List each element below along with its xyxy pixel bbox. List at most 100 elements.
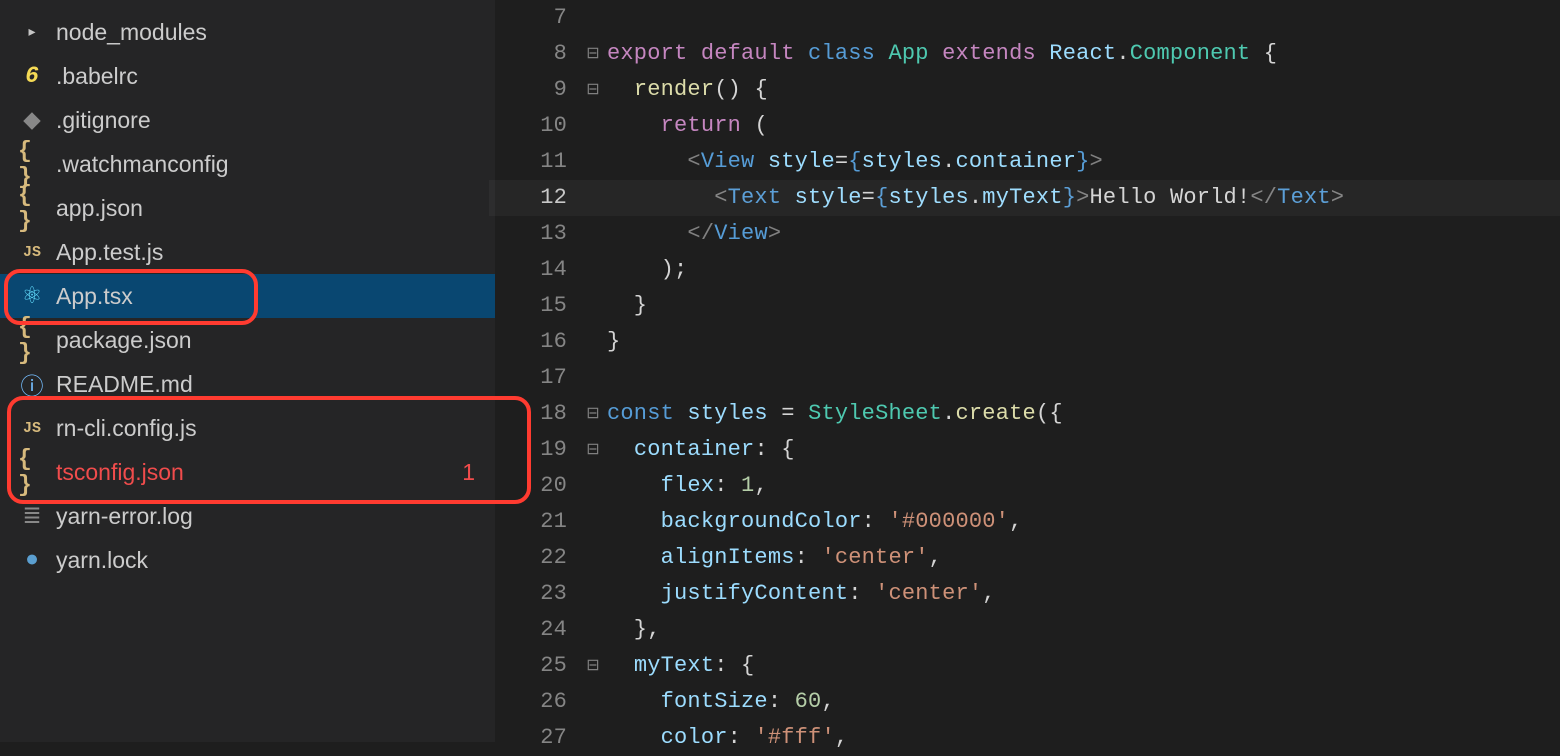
line-number: 12 bbox=[495, 180, 567, 216]
file-label: .gitignore bbox=[56, 107, 151, 134]
fold-toggle bbox=[579, 684, 607, 720]
babel-icon: 6 bbox=[18, 63, 46, 89]
fold-toggle bbox=[579, 504, 607, 540]
file-label: rn-cli.config.js bbox=[56, 415, 197, 442]
code-line[interactable]: <Text style={styles.myText}>Hello World!… bbox=[607, 180, 1560, 216]
fold-toggle bbox=[579, 144, 607, 180]
code-line[interactable]: const styles = StyleSheet.create({ bbox=[607, 396, 1560, 432]
fold-toggle bbox=[579, 612, 607, 648]
info-icon: ⓘ bbox=[18, 367, 46, 401]
log-icon: ≣ bbox=[18, 503, 46, 530]
line-number: 25 bbox=[495, 648, 567, 684]
file-row-node-modules[interactable]: ▸ node_modules bbox=[0, 10, 495, 54]
code-line[interactable]: </View> bbox=[607, 216, 1560, 252]
git-icon: ◆ bbox=[18, 107, 46, 134]
fold-toggle[interactable]: ⊟ bbox=[579, 36, 607, 72]
line-number: 26 bbox=[495, 684, 567, 720]
line-number: 11 bbox=[495, 144, 567, 180]
code-line[interactable]: flex: 1, bbox=[607, 468, 1560, 504]
file-row--gitignore[interactable]: ◆ .gitignore bbox=[0, 98, 495, 142]
fold-toggle bbox=[579, 288, 607, 324]
code-line[interactable]: <View style={styles.container}> bbox=[607, 144, 1560, 180]
line-number: 8 bbox=[495, 36, 567, 72]
line-number: 17 bbox=[495, 360, 567, 396]
line-number: 13 bbox=[495, 216, 567, 252]
code-editor[interactable]: 789101112131415161718192021222324252627 … bbox=[495, 0, 1560, 742]
code-line[interactable]: alignItems: 'center', bbox=[607, 540, 1560, 576]
file-explorer[interactable]: ▸node_modules6.babelrc◆.gitignore{ }.wat… bbox=[0, 0, 495, 742]
file-row-readme-md[interactable]: ⓘ README.md bbox=[0, 362, 495, 406]
fold-toggle bbox=[579, 540, 607, 576]
code-area[interactable]: export default class App extends React.C… bbox=[607, 0, 1560, 742]
file-label: app.json bbox=[56, 195, 143, 222]
code-line[interactable]: color: '#fff', bbox=[607, 720, 1560, 756]
file-row-package-json[interactable]: { }package.json bbox=[0, 318, 495, 362]
code-line[interactable]: container: { bbox=[607, 432, 1560, 468]
code-line[interactable]: fontSize: 60, bbox=[607, 684, 1560, 720]
fold-toggle[interactable]: ⊟ bbox=[579, 72, 607, 108]
fold-toggle[interactable]: ⊟ bbox=[579, 432, 607, 468]
code-line[interactable]: render() { bbox=[607, 72, 1560, 108]
file-row--watchmanconfig[interactable]: { }.watchmanconfig bbox=[0, 142, 495, 186]
code-line[interactable]: backgroundColor: '#000000', bbox=[607, 504, 1560, 540]
line-number: 21 bbox=[495, 504, 567, 540]
line-number: 10 bbox=[495, 108, 567, 144]
file-row-app-json[interactable]: { }app.json bbox=[0, 186, 495, 230]
file-row-app-test-js[interactable]: JSApp.test.js bbox=[0, 230, 495, 274]
code-line[interactable]: ); bbox=[607, 252, 1560, 288]
line-number: 7 bbox=[495, 0, 567, 36]
line-number: 20 bbox=[495, 468, 567, 504]
code-line[interactable]: export default class App extends React.C… bbox=[607, 36, 1560, 72]
line-number: 16 bbox=[495, 324, 567, 360]
fold-toggle[interactable]: ⊟ bbox=[579, 396, 607, 432]
js-icon: JS bbox=[18, 420, 46, 437]
file-label: yarn-error.log bbox=[56, 503, 193, 530]
file-label: package.json bbox=[56, 327, 192, 354]
code-line[interactable]: }, bbox=[607, 612, 1560, 648]
code-line[interactable]: myText: { bbox=[607, 648, 1560, 684]
json-icon: { } bbox=[18, 182, 46, 234]
line-number-gutter: 789101112131415161718192021222324252627 bbox=[495, 0, 579, 742]
file-row-tsconfig-json[interactable]: { }tsconfig.json1 bbox=[0, 450, 495, 494]
fold-toggle bbox=[579, 216, 607, 252]
fold-toggle bbox=[579, 360, 607, 396]
file-label: yarn.lock bbox=[56, 547, 148, 574]
fold-toggle bbox=[579, 180, 607, 216]
code-line[interactable]: } bbox=[607, 324, 1560, 360]
fold-toggle bbox=[579, 468, 607, 504]
line-number: 14 bbox=[495, 252, 567, 288]
line-number: 23 bbox=[495, 576, 567, 612]
line-number: 27 bbox=[495, 720, 567, 756]
fold-toggle[interactable]: ⊟ bbox=[579, 648, 607, 684]
code-line[interactable]: } bbox=[607, 288, 1560, 324]
code-line[interactable]: return ( bbox=[607, 108, 1560, 144]
json-icon: { } bbox=[18, 446, 46, 498]
fold-toggle bbox=[579, 720, 607, 756]
fold-toggle bbox=[579, 324, 607, 360]
file-row-yarn-error-log[interactable]: ≣ yarn-error.log bbox=[0, 494, 495, 538]
file-label: App.test.js bbox=[56, 239, 163, 266]
file-label: README.md bbox=[56, 371, 193, 398]
fold-toggle bbox=[579, 576, 607, 612]
fold-toggle bbox=[579, 252, 607, 288]
line-number: 24 bbox=[495, 612, 567, 648]
file-label: tsconfig.json bbox=[56, 459, 184, 486]
react-icon: ⚛ bbox=[18, 283, 46, 310]
file-row-rn-cli-config-js[interactable]: JS rn-cli.config.js bbox=[0, 406, 495, 450]
file-label: node_modules bbox=[56, 19, 207, 46]
file-label: App.tsx bbox=[56, 283, 133, 310]
code-line[interactable] bbox=[607, 360, 1560, 396]
error-badge: 1 bbox=[462, 459, 475, 486]
line-number: 18 bbox=[495, 396, 567, 432]
fold-gutter[interactable]: ⊟⊟⊟⊟⊟ bbox=[579, 0, 607, 742]
file-row-app-tsx[interactable]: ⚛ App.tsx bbox=[0, 274, 495, 318]
file-row-yarn-lock[interactable]: ● yarn.lock bbox=[0, 538, 495, 582]
file-row--babelrc[interactable]: 6.babelrc bbox=[0, 54, 495, 98]
code-line[interactable]: justifyContent: 'center', bbox=[607, 576, 1560, 612]
code-line[interactable] bbox=[607, 0, 1560, 36]
lock-icon: ● bbox=[18, 547, 46, 573]
folder-icon: ▸ bbox=[18, 24, 46, 41]
file-label: .watchmanconfig bbox=[56, 151, 229, 178]
fold-toggle bbox=[579, 0, 607, 36]
line-number: 22 bbox=[495, 540, 567, 576]
